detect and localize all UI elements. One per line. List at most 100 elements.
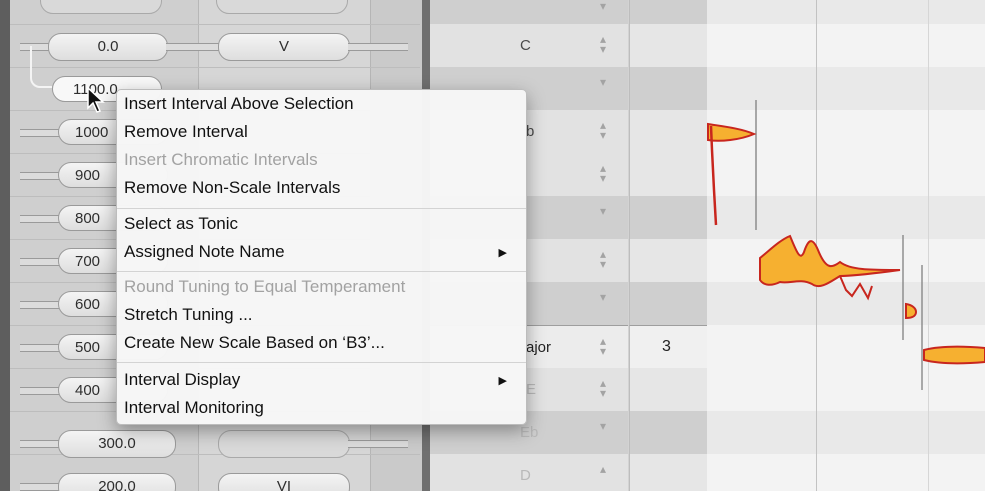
value-cell[interactable] — [629, 239, 707, 283]
interval-value: 300.0 — [98, 435, 136, 452]
stepper-icon[interactable]: ▴▾ — [600, 162, 606, 184]
stepper-icon[interactable]: ▴▾ — [600, 119, 606, 141]
note-name-fragment: E — [526, 381, 537, 398]
submenu-arrow-icon: ▶ — [498, 247, 507, 259]
degree-pill[interactable]: VI — [218, 473, 350, 491]
row-divider — [10, 24, 420, 25]
interval-value: 200.0 — [98, 478, 136, 491]
menu-item-interval-monitoring[interactable]: Interval Monitoring — [124, 398, 264, 418]
pill-connector — [348, 440, 408, 448]
value-cell[interactable] — [629, 196, 707, 240]
value-cell[interactable] — [629, 67, 707, 111]
menu-separator — [117, 271, 526, 272]
pill-connector — [20, 440, 60, 448]
pill-connector — [20, 483, 60, 491]
menu-item-remove-interval[interactable]: Remove Interval — [124, 122, 248, 142]
menu-item-label: Insert Interval Above Selection — [124, 94, 354, 113]
note-blobs[interactable] — [700, 0, 985, 491]
selection-bracket — [30, 46, 52, 88]
menu-item-insert-interval-above[interactable]: Insert Interval Above Selection — [124, 94, 354, 114]
interval-value: 0.0 — [97, 38, 119, 55]
count-value: 3 — [662, 338, 671, 355]
menu-item-select-as-tonic[interactable]: Select as Tonic — [124, 214, 238, 234]
menu-separator — [117, 208, 526, 209]
value-cell-selected[interactable]: 3 — [629, 325, 707, 370]
stepper-icon[interactable]: ▾ — [600, 205, 606, 217]
menu-item-label: Remove Interval — [124, 122, 248, 141]
interval-value: 800 — [75, 210, 101, 227]
stepper-icon[interactable]: ▾ — [600, 420, 606, 432]
value-cell[interactable] — [629, 24, 707, 68]
stepper-icon[interactable]: ▴▾ — [600, 0, 606, 12]
interval-pill[interactable]: 300.0 — [58, 430, 176, 458]
stepper-icon[interactable]: ▴▾ — [600, 248, 606, 270]
value-cell[interactable] — [629, 368, 707, 412]
value-cell[interactable] — [629, 153, 707, 197]
pill-connector — [348, 43, 408, 51]
degree-label: VI — [276, 478, 292, 491]
pill-connector — [166, 43, 222, 51]
pill-connector — [20, 129, 60, 137]
menu-item-round-tuning: Round Tuning to Equal Temperament — [124, 277, 405, 297]
note-row[interactable]: C ▴ ▾ — [430, 24, 628, 68]
note-name: C — [520, 37, 531, 54]
menu-item-label: Create New Scale Based on ‘B3’... — [124, 333, 385, 352]
note-name-fragment: b — [526, 123, 535, 140]
stepper-icon[interactable]: ▴ — [600, 463, 606, 475]
value-cell[interactable] — [629, 0, 707, 25]
menu-item-stretch-tuning[interactable]: Stretch Tuning ... — [124, 305, 253, 325]
stepper-icon[interactable]: ▾ — [600, 291, 606, 303]
value-cell[interactable] — [629, 282, 707, 326]
interval-value: 500 — [75, 339, 101, 356]
window-edge — [0, 0, 10, 491]
menu-item-interval-display[interactable]: Interval Display ▶ — [124, 370, 519, 390]
menu-item-remove-non-scale-intervals[interactable]: Remove Non-Scale Intervals — [124, 178, 340, 198]
menu-item-label: Insert Chromatic Intervals — [124, 150, 318, 169]
menu-item-label: Select as Tonic — [124, 214, 239, 233]
menu-item-label: Stretch Tuning ... — [124, 305, 253, 324]
note-name: D — [520, 467, 531, 484]
menu-item-label: Assigned Note Name — [124, 242, 285, 261]
interval-value: 1000 — [75, 124, 109, 141]
pill-connector — [20, 301, 60, 309]
submenu-arrow-icon: ▶ — [498, 375, 507, 387]
pill-connector — [20, 258, 60, 266]
degree-pill[interactable] — [216, 0, 348, 14]
menu-separator — [117, 362, 526, 363]
degree-label: V — [278, 38, 289, 55]
pill-connector — [20, 387, 60, 395]
interval-value: 600 — [75, 296, 101, 313]
stepper-icon[interactable]: ▴▾ — [600, 33, 606, 55]
note-name: Eb — [520, 424, 539, 441]
stepper-icon[interactable]: ▾ — [600, 76, 606, 88]
degree-pill[interactable] — [218, 430, 350, 458]
scale-editor-window: 0.0 V 1100.0 1000 900 800 700 600 500 40… — [0, 0, 985, 491]
row-divider — [10, 67, 420, 68]
value-cell[interactable] — [629, 454, 707, 491]
stepper-icon[interactable]: ▴▾ — [600, 335, 606, 357]
pill-connector — [20, 172, 60, 180]
value-cell[interactable] — [629, 411, 707, 455]
pill-connector — [20, 344, 60, 352]
value-cell[interactable] — [629, 110, 707, 154]
interval-pill[interactable]: 200.0 — [58, 473, 176, 491]
note-row[interactable]: ▴▾ — [430, 0, 628, 25]
menu-item-insert-chromatic-intervals: Insert Chromatic Intervals — [124, 150, 318, 170]
interval-value: 700 — [75, 253, 101, 270]
menu-item-create-new-scale[interactable]: Create New Scale Based on ‘B3’... — [124, 333, 385, 353]
degree-pill[interactable]: V — [218, 33, 350, 61]
menu-item-label: Interval Monitoring — [124, 398, 264, 417]
scale-name-fragment: ajor — [526, 339, 552, 356]
stepper-icon[interactable]: ▴▾ — [600, 377, 606, 399]
menu-item-label: Remove Non-Scale Intervals — [124, 178, 341, 197]
pill-connector — [20, 215, 60, 223]
interval-pill[interactable] — [40, 0, 162, 14]
mouse-pointer-icon — [87, 86, 105, 113]
menu-item-label: Interval Display — [124, 370, 241, 389]
interval-value: 900 — [75, 167, 101, 184]
menu-item-assigned-note-name[interactable]: Assigned Note Name ▶ — [124, 242, 519, 262]
interval-value: 400 — [75, 382, 101, 399]
context-menu: Insert Interval Above Selection Remove I… — [116, 89, 527, 425]
interval-pill[interactable]: 0.0 — [48, 33, 168, 61]
note-row[interactable]: D ▴ — [430, 454, 628, 491]
